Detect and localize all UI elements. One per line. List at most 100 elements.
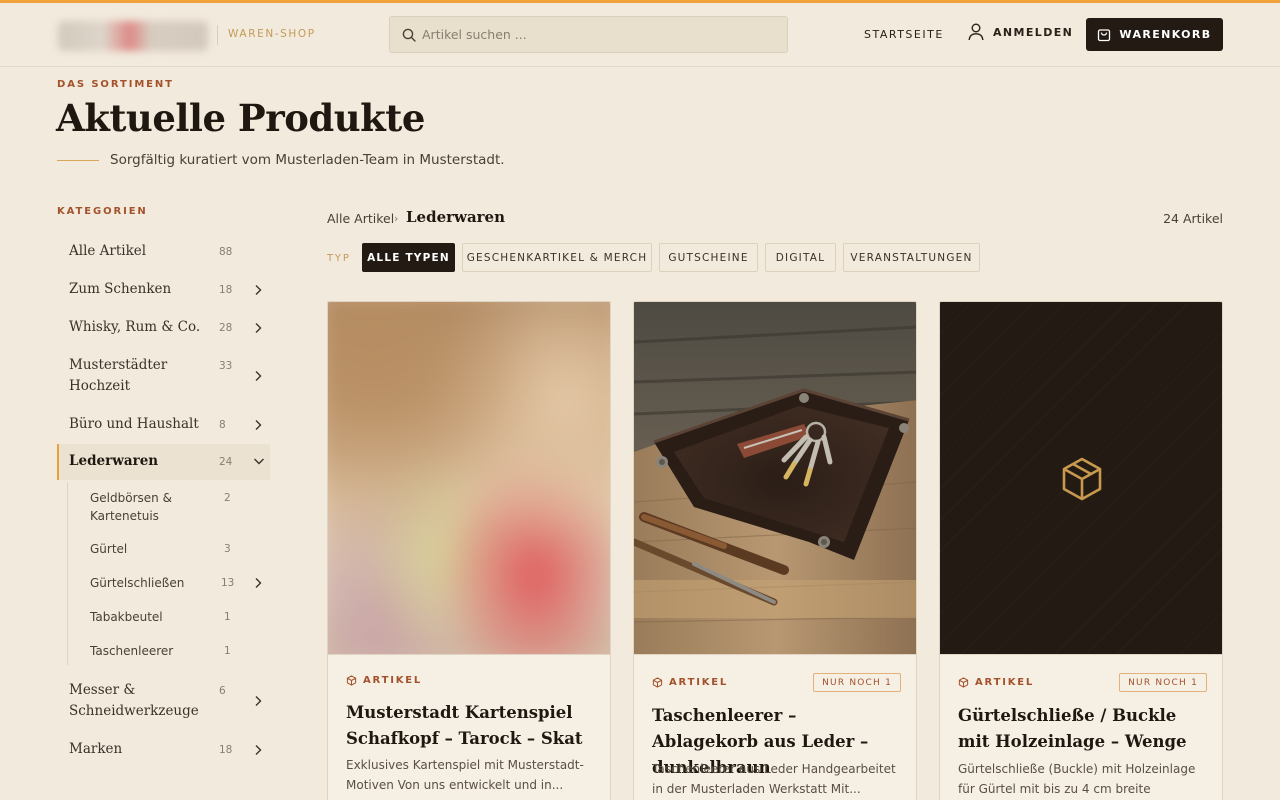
sidebar-item-label: Alle Artikel [69,243,147,259]
section-eyebrow: DAS SORTIMENT [57,79,174,90]
nav-login-label: ANMELDEN [993,25,1074,39]
product-description: Taschenleerer aus Leder Handgearbeitet i… [652,762,896,796]
sidebar-item-lederwaren[interactable]: Lederwaren 24 [57,444,270,480]
sidebar-item-label: Zum Schenken [69,281,172,297]
sidebar-subitem-count: 1 [224,611,231,623]
product-card[interactable]: ARTIKEL Musterstadt Kartenspiel Schafkop… [327,301,611,800]
sidebar-subitem-guertel[interactable]: Gürtel 3 [78,540,268,560]
shop-label: WAREN-SHOP [228,28,316,40]
nav-home-link[interactable]: STARTSEITE [864,28,944,41]
search-icon [402,28,416,42]
sidebar-item-label: Büro und Haushalt [69,416,199,432]
search-input[interactable] [422,17,772,52]
product-type-label: ARTIKEL [975,677,1035,688]
product-description: Gürtelschließe (Buckle) mit Holzeinlage … [958,762,1196,796]
product-title[interactable]: Musterstadt Kartenspiel Schafkopf – Taro… [346,700,596,752]
shopping-bag-icon [1098,28,1111,41]
box-icon [652,677,663,688]
sidebar-item-marken[interactable]: Marken 18 [57,738,270,762]
chevron-right-icon[interactable] [253,284,263,296]
product-image[interactable] [634,302,916,654]
subtitle-accent-line [57,160,99,161]
sidebar-item-count: 88 [219,246,233,258]
chevron-right-icon[interactable] [253,695,263,707]
product-image[interactable] [328,302,610,654]
product-type-label: ARTIKEL [669,677,729,688]
sidebar-subitem-count: 2 [224,492,231,504]
sidebar-subitem-count: 1 [224,645,231,657]
cart-button[interactable]: WARENKORB [1086,18,1223,51]
sidebar-subitem-label: Gürtel [90,542,128,556]
sidebar-item-count: 18 [219,744,233,756]
search-box[interactable] [389,16,788,53]
shop-logo[interactable] [58,21,208,51]
sidebar-item-count: 28 [219,322,233,334]
sidebar-item-count: 24 [219,456,233,468]
sidebar-item-count: 33 [219,360,233,372]
user-icon [968,23,984,41]
sidebar-item-label: Musterstädter Hochzeit [69,357,168,394]
site-header: WAREN-SHOP STARTSEITE ANMELDEN WARENKORB [0,3,1280,67]
product-card-body: ARTIKEL NUR NOCH 1 Taschenleerer – Ablag… [634,654,916,800]
product-image-blurred [328,302,610,654]
product-description: Exklusives Kartenspiel mit Musterstadt-M… [346,758,584,792]
sidebar-subitem-label: Tabakbeutel [90,610,163,624]
stock-badge: NUR NOCH 1 [1119,673,1207,692]
chevron-right-icon[interactable] [253,370,263,382]
sidebar-item-label: Lederwaren [69,453,159,469]
page-subtitle: Sorgfältig kuratiert vom Musterladen-Tea… [110,152,505,168]
chevron-right-icon[interactable] [253,322,263,334]
sidebar-item-messer[interactable]: Messer & Schneidwerkzeuge 6 [57,679,270,723]
filter-chip-digital[interactable]: DIGITAL [765,243,836,272]
breadcrumb-all-link[interactable]: Alle Artikel [327,211,394,226]
type-filter-label: TYP [327,253,351,264]
sidebar-item-label: Marken [69,741,123,757]
product-image[interactable] [940,302,1222,654]
logo-divider [217,25,218,45]
sidebar-item-buero-haushalt[interactable]: Büro und Haushalt 8 [57,413,270,437]
sidebar-subitem-count: 13 [221,577,235,589]
product-title[interactable]: Gürtelschließe / Buckle mit Holzeinlage … [958,703,1208,755]
sidebar-subitem-guertelschliessen[interactable]: Gürtelschließen 13 [78,574,268,594]
sidebar-item-hochzeit[interactable]: Musterstädter Hochzeit 33 [57,354,270,398]
result-count: 24 Artikel [1163,211,1223,226]
sidebar-subitem-label: Taschenleerer [90,644,174,658]
product-card[interactable]: ARTIKEL NUR NOCH 1 Gürtelschließe / Buck… [939,301,1223,800]
filter-chip-gutscheine[interactable]: GUTSCHEINE [659,243,758,272]
product-type-label: ARTIKEL [363,675,423,686]
nav-login-link[interactable]: ANMELDEN [968,23,1073,41]
box-icon [958,677,969,688]
categories-heading: KATEGORIEN [57,206,148,217]
subcategory-tree-line [67,482,68,665]
cart-label: WARENKORB [1119,28,1212,41]
product-card-body: ARTIKEL Musterstadt Kartenspiel Schafkop… [328,654,610,800]
sidebar-item-count: 18 [219,284,233,296]
product-type: ARTIKEL [346,675,422,686]
chevron-right-icon[interactable] [253,744,263,756]
chevron-down-icon[interactable] [253,456,265,466]
filter-chip-geschenkartikel[interactable]: GESCHENKARTIKEL & MERCH [462,243,652,272]
page-title: Aktuelle Produkte [56,96,425,140]
breadcrumb-separator: › [394,212,399,225]
chevron-right-icon[interactable] [253,419,263,431]
sidebar-item-count: 6 [219,685,226,697]
sidebar-item-whisky[interactable]: Whisky, Rum & Co. 28 [57,316,270,340]
product-card[interactable]: ARTIKEL NUR NOCH 1 Taschenleerer – Ablag… [633,301,917,800]
sidebar-subitem-label: Gürtelschließen [90,576,185,590]
sidebar-subitem-taschenleerer[interactable]: Taschenleerer 1 [78,642,268,662]
chevron-right-icon[interactable] [253,577,263,589]
leather-tray-photo [634,302,916,654]
sidebar-subitem-geldboersen[interactable]: Geldbörsen & Kartenetuis 2 [78,489,268,525]
box-placeholder-icon [1062,457,1102,501]
sidebar-item-count: 8 [219,419,226,431]
product-card-body: ARTIKEL NUR NOCH 1 Gürtelschließe / Buck… [940,654,1222,800]
sidebar-item-zum-schenken[interactable]: Zum Schenken 18 [57,278,270,302]
sidebar-item-label: Whisky, Rum & Co. [69,319,201,335]
box-icon [346,675,357,686]
filter-chip-alle-typen[interactable]: ALLE TYPEN [362,243,455,272]
product-type: ARTIKEL [652,677,728,688]
sidebar-item-alle-artikel[interactable]: Alle Artikel 88 [57,240,270,264]
sidebar-subitem-tabakbeutel[interactable]: Tabakbeutel 1 [78,608,268,628]
sidebar-subitem-label: Geldbörsen & Kartenetuis [90,491,172,523]
filter-chip-veranstaltungen[interactable]: VERANSTALTUNGEN [843,243,980,272]
